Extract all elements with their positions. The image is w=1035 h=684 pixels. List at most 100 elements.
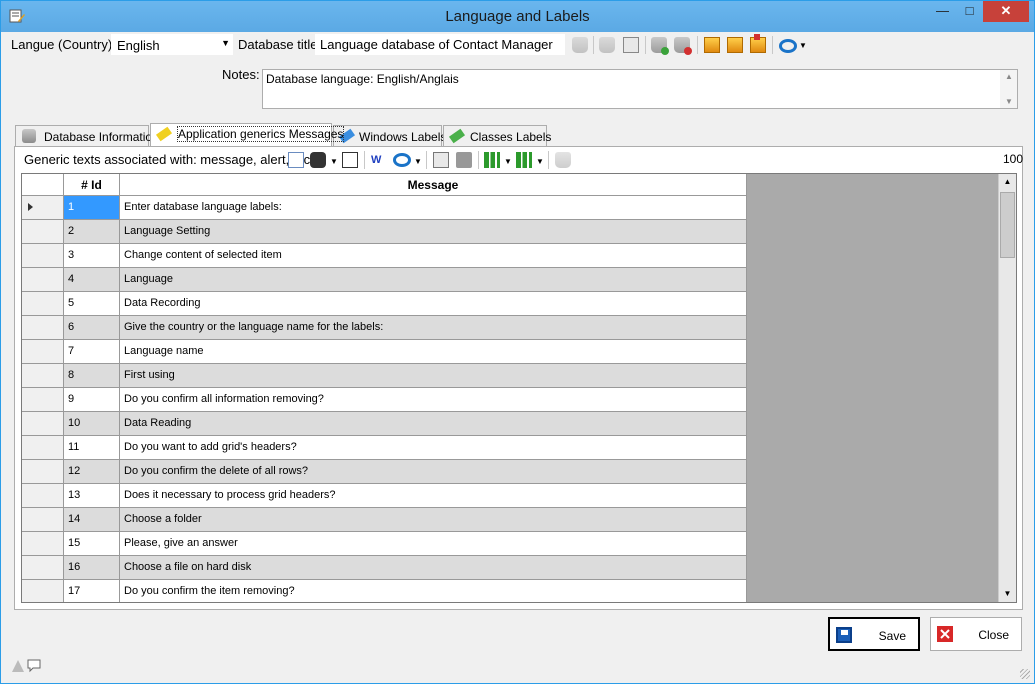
cell-message[interactable]: Enter database language labels: <box>120 196 747 220</box>
cell-message[interactable]: Language name <box>120 340 747 364</box>
row-header[interactable] <box>22 412 64 436</box>
notes-label: Notes: <box>222 67 260 82</box>
row-header[interactable] <box>22 340 64 364</box>
box-export-icon[interactable] <box>727 37 743 53</box>
cell-id[interactable]: 16 <box>64 556 120 580</box>
maximize-button[interactable]: □ <box>956 1 983 22</box>
minimize-button[interactable]: — <box>929 1 956 22</box>
row-header[interactable] <box>22 220 64 244</box>
cell-id[interactable]: 10 <box>64 412 120 436</box>
chevron-down-icon[interactable]: ▼ <box>536 157 544 166</box>
cell-message[interactable]: Do you confirm the delete of all rows? <box>120 460 747 484</box>
cell-message[interactable]: Data Recording <box>120 292 747 316</box>
print-preview-icon[interactable] <box>433 152 449 168</box>
tab-application-generics-messages[interactable]: Application generics Messages <box>150 123 345 146</box>
cell-id[interactable]: 2 <box>64 220 120 244</box>
database-export-icon[interactable] <box>599 37 615 53</box>
tab-classes-labels[interactable]: Classes Labels <box>443 125 551 146</box>
chevron-down-icon[interactable]: ▼ <box>504 157 512 166</box>
cell-message[interactable]: Does it necessary to process grid header… <box>120 484 747 508</box>
row-header[interactable] <box>22 196 64 220</box>
scroll-down-icon[interactable]: ▼ <box>999 586 1016 602</box>
language-combo[interactable]: English ▼ <box>111 34 233 55</box>
cell-id[interactable]: 14 <box>64 508 120 532</box>
cell-message[interactable]: Language <box>120 268 747 292</box>
cell-id[interactable]: 6 <box>64 316 120 340</box>
scroll-thumb[interactable] <box>1000 192 1015 258</box>
row-header[interactable] <box>22 316 64 340</box>
save-button[interactable]: Save <box>828 617 920 651</box>
copy-icon[interactable] <box>288 152 304 168</box>
column-header-id[interactable]: # Id <box>64 174 120 196</box>
scroll-down-icon[interactable]: ▼ <box>1005 97 1013 106</box>
box-import-icon[interactable] <box>750 34 766 53</box>
chevron-down-icon[interactable]: ▼ <box>330 157 338 166</box>
cell-id[interactable]: 17 <box>64 580 120 602</box>
scroll-up-icon[interactable]: ▲ <box>999 174 1016 190</box>
cell-message[interactable]: Data Reading <box>120 412 747 436</box>
cell-id[interactable]: 3 <box>64 244 120 268</box>
cell-message[interactable]: First using <box>120 364 747 388</box>
scroll-up-icon[interactable]: ▲ <box>1005 72 1013 81</box>
bing-icon[interactable] <box>393 153 411 167</box>
cell-id[interactable]: 5 <box>64 292 120 316</box>
box-icon[interactable] <box>704 37 720 53</box>
row-header[interactable] <box>22 388 64 412</box>
database-icon[interactable] <box>572 37 588 53</box>
cell-message[interactable]: Change content of selected item <box>120 244 747 268</box>
bing-icon[interactable] <box>779 39 797 53</box>
cell-id[interactable]: 1 <box>64 196 120 220</box>
row-header[interactable] <box>22 244 64 268</box>
remove-database-icon[interactable] <box>674 37 692 55</box>
cell-message[interactable]: Please, give an answer <box>120 532 747 556</box>
row-header[interactable] <box>22 364 64 388</box>
close-button[interactable]: Close <box>930 617 1022 651</box>
cell-id[interactable]: 8 <box>64 364 120 388</box>
column-header-message[interactable]: Message <box>120 174 747 196</box>
row-header[interactable] <box>22 292 64 316</box>
cell-message[interactable]: Do you confirm all information removing? <box>120 388 747 412</box>
chart-export-icon[interactable] <box>516 152 532 168</box>
cell-id[interactable]: 4 <box>64 268 120 292</box>
row-header[interactable] <box>22 508 64 532</box>
word-icon[interactable]: W <box>371 152 387 168</box>
database-icon[interactable] <box>555 152 571 168</box>
cell-id[interactable]: 12 <box>64 460 120 484</box>
cell-id[interactable]: 11 <box>64 436 120 460</box>
db-title-field[interactable]: Language database of Contact Manager <box>315 34 565 55</box>
grid-scrollbar[interactable]: ▲ ▼ <box>998 174 1016 602</box>
cell-message[interactable]: Language Setting <box>120 220 747 244</box>
chevron-down-icon[interactable]: ▼ <box>414 157 422 166</box>
cell-id[interactable]: 7 <box>64 340 120 364</box>
row-header[interactable] <box>22 556 64 580</box>
messages-grid[interactable]: # Id Message 1 Enter database language la… <box>21 173 1017 603</box>
cell-id[interactable]: 9 <box>64 388 120 412</box>
cell-message[interactable]: Give the country or the language name fo… <box>120 316 747 340</box>
resize-grip[interactable] <box>1020 669 1030 679</box>
row-header[interactable] <box>22 580 64 602</box>
replace-icon[interactable] <box>342 152 358 168</box>
notes-field[interactable]: Database language: English/Anglais ▲ ▼ <box>262 69 1018 109</box>
notes-scrollbar[interactable]: ▲ ▼ <box>1000 70 1017 108</box>
cell-message[interactable]: Choose a file on hard disk <box>120 556 747 580</box>
edit-note-icon[interactable] <box>623 37 639 53</box>
tab-database-information[interactable]: Database Information <box>15 125 159 146</box>
printer-icon[interactable] <box>456 152 472 168</box>
chevron-down-icon[interactable]: ▼ <box>221 38 230 48</box>
add-database-icon[interactable] <box>651 37 669 55</box>
close-window-button[interactable]: ✕ <box>983 1 1029 22</box>
row-header[interactable] <box>22 436 64 460</box>
cell-id[interactable]: 13 <box>64 484 120 508</box>
chevron-down-icon[interactable]: ▼ <box>799 41 807 50</box>
tab-windows-labels[interactable]: Windows Labels <box>333 125 446 146</box>
row-header[interactable] <box>22 268 64 292</box>
row-header[interactable] <box>22 532 64 556</box>
cell-message[interactable]: Choose a folder <box>120 508 747 532</box>
cell-id[interactable]: 15 <box>64 532 120 556</box>
row-header[interactable] <box>22 484 64 508</box>
chart-icon[interactable] <box>484 152 500 168</box>
row-header[interactable] <box>22 460 64 484</box>
binoculars-icon[interactable] <box>310 152 326 168</box>
cell-message[interactable]: Do you confirm the item removing? <box>120 580 747 602</box>
cell-message[interactable]: Do you want to add grid's headers? <box>120 436 747 460</box>
